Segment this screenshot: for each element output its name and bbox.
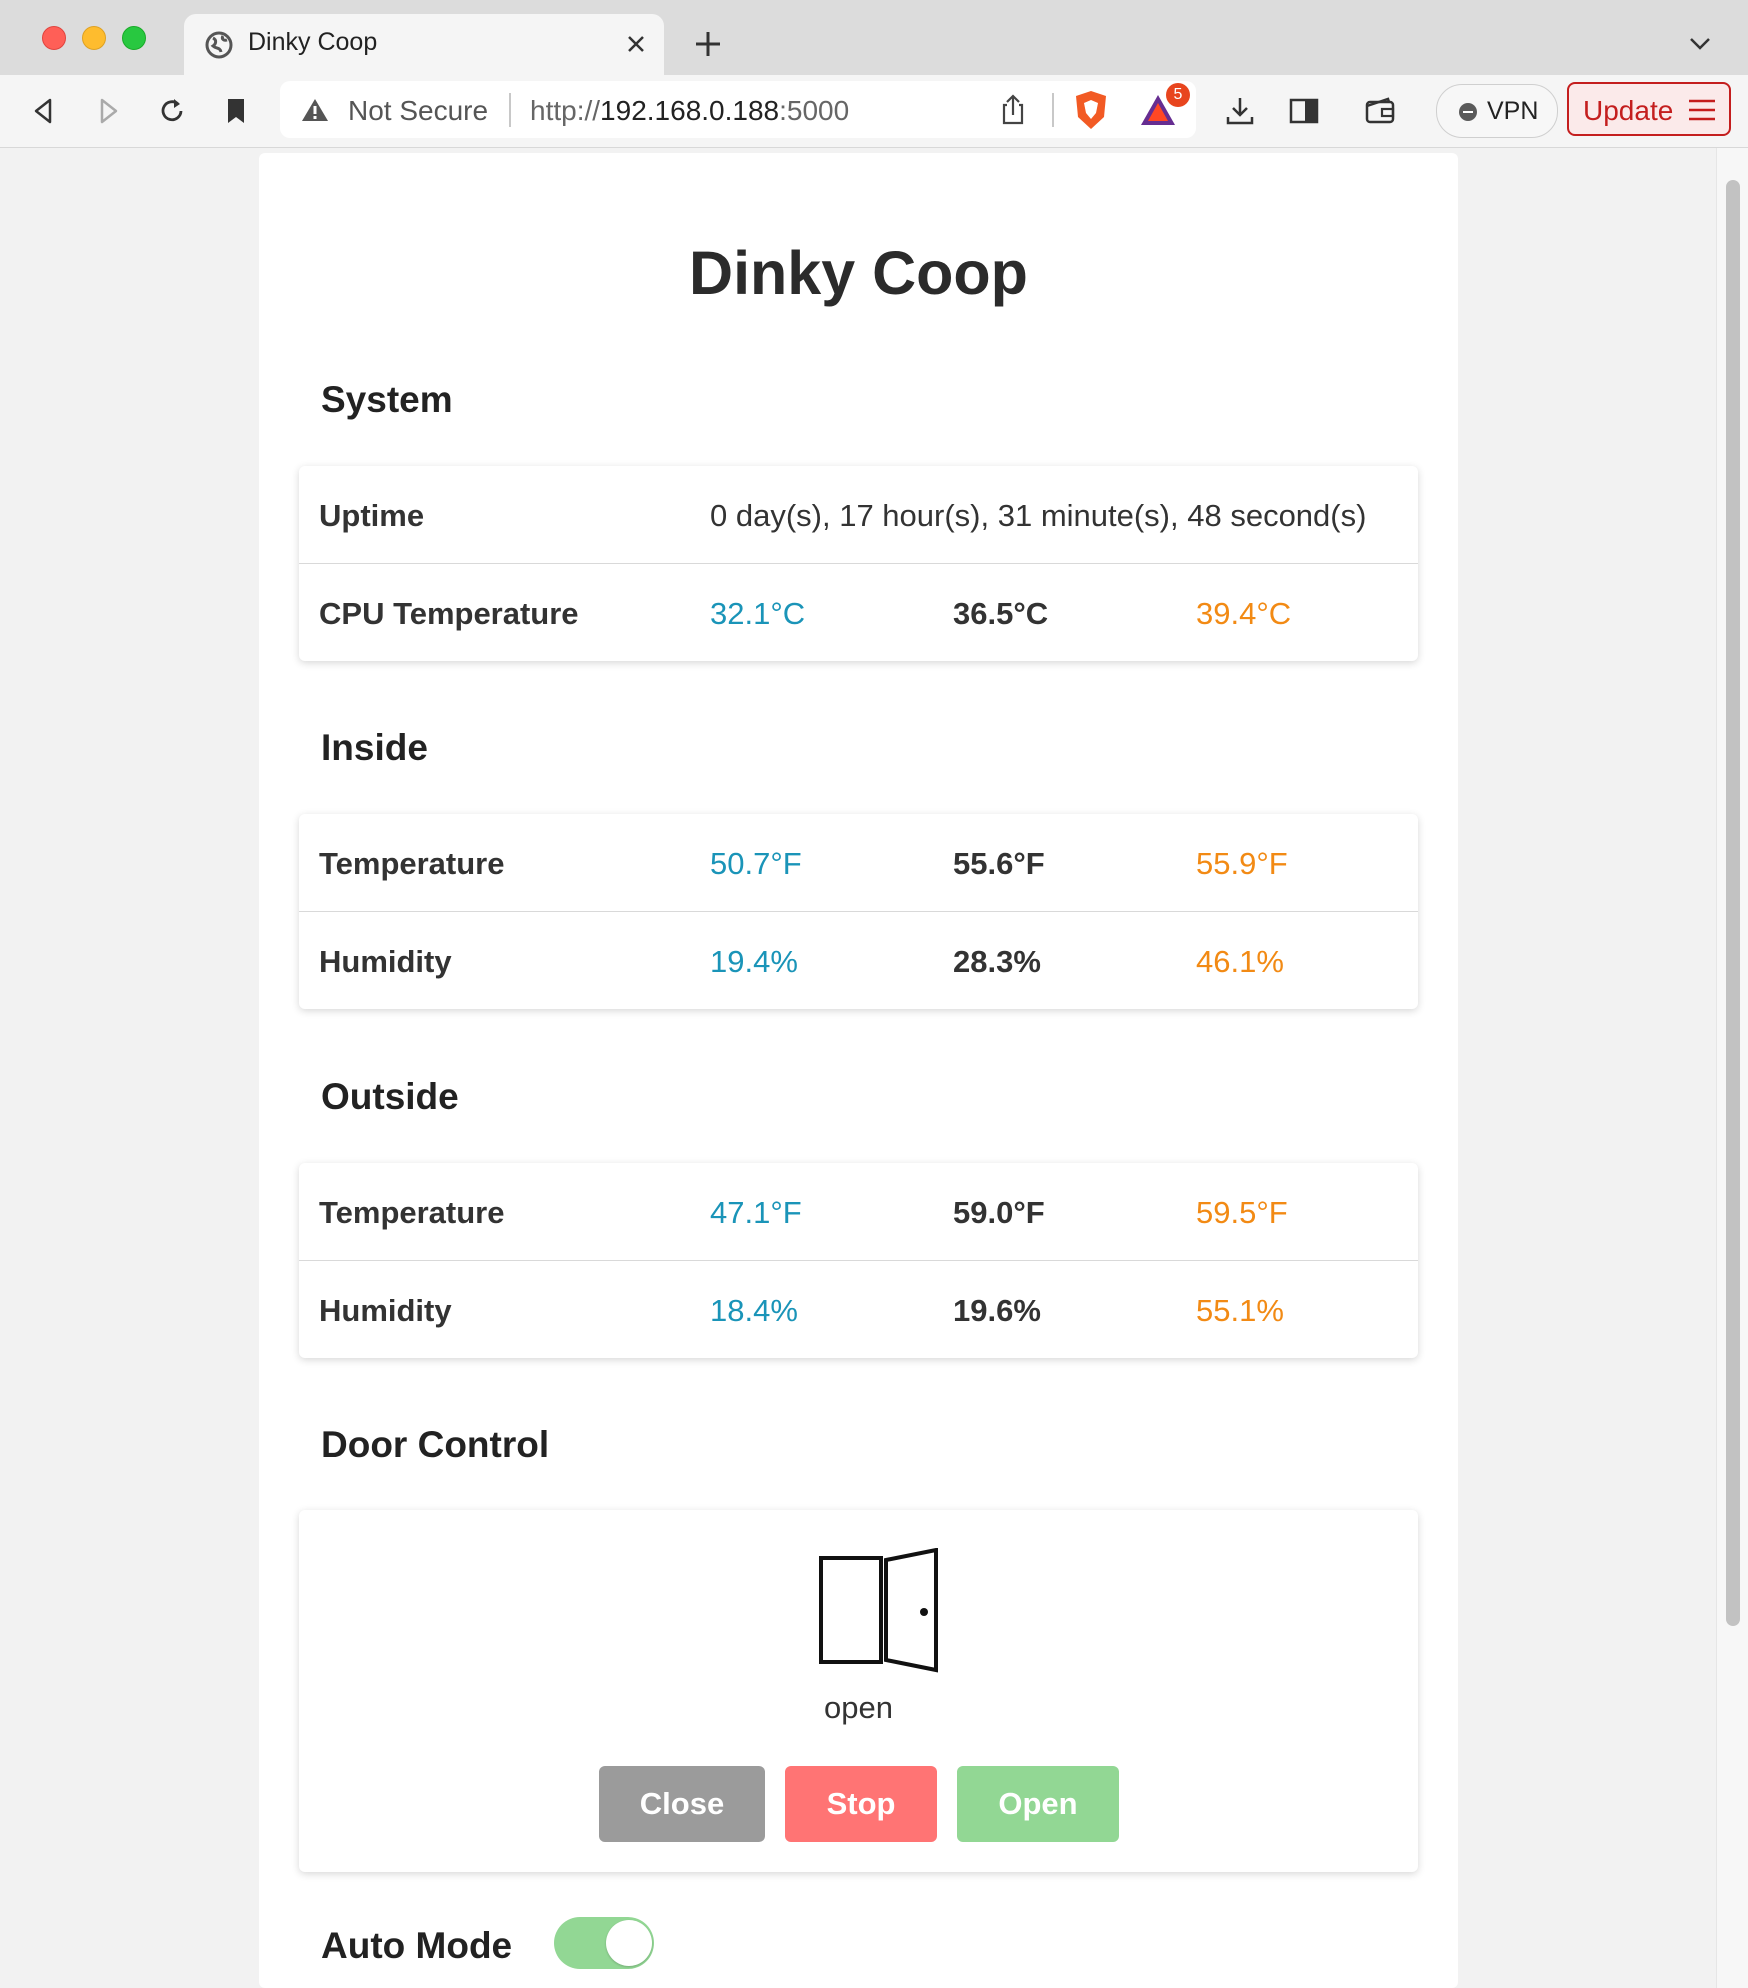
address-bar[interactable]: Not Secure http://192.168.0.188:5000 5 xyxy=(280,81,1196,138)
reload-icon[interactable] xyxy=(154,93,190,129)
forward-icon[interactable] xyxy=(90,93,126,129)
outside-temperature-max: 59.5°F xyxy=(1196,1195,1288,1230)
inside-humidity-label: Humidity xyxy=(319,944,452,979)
outside-temperature-label: Temperature xyxy=(319,1195,505,1230)
inside-temperature-max: 55.9°F xyxy=(1196,846,1288,881)
browser-tab-bar: Dinky Coop xyxy=(0,0,1748,75)
uptime-label: Uptime xyxy=(319,498,425,533)
inside-heading: Inside xyxy=(321,727,428,768)
outside-humidity-current: 19.6% xyxy=(953,1293,1041,1328)
bookmark-icon[interactable] xyxy=(218,93,254,129)
security-label[interactable]: Not Secure xyxy=(348,95,488,127)
chevron-down-icon[interactable] xyxy=(1686,34,1714,54)
close-door-button[interactable]: Close xyxy=(599,1766,765,1842)
brave-shield-icon[interactable] xyxy=(1072,89,1110,131)
page-title: Dinky Coop xyxy=(689,239,1028,307)
outside-humidity-max: 55.1% xyxy=(1196,1293,1284,1328)
outside-humidity-min: 18.4% xyxy=(710,1293,798,1328)
inside-humidity-max: 46.1% xyxy=(1196,944,1284,979)
outside-panel: Temperature 47.1°F 59.0°F 59.5°F Humidit… xyxy=(299,1163,1418,1358)
outside-temperature-row: Temperature 47.1°F 59.0°F 59.5°F xyxy=(299,1163,1418,1261)
url-text[interactable]: http://192.168.0.188:5000 xyxy=(530,95,849,127)
sidebar-toggle-icon[interactable] xyxy=(1286,93,1322,129)
url-scheme: http:// xyxy=(530,95,601,126)
browser-toolbar: Not Secure http://192.168.0.188:5000 5 V… xyxy=(0,75,1748,148)
inside-humidity-min: 19.4% xyxy=(710,944,798,979)
cpu-temperature-max: 39.4°C xyxy=(1196,596,1292,631)
auto-mode-toggle[interactable] xyxy=(554,1917,654,1969)
system-heading: System xyxy=(321,379,453,420)
back-icon[interactable] xyxy=(26,93,62,129)
window-zoom-button[interactable] xyxy=(122,26,146,50)
outside-temperature-min: 47.1°F xyxy=(710,1195,802,1230)
window-close-button[interactable] xyxy=(42,26,66,50)
vpn-button[interactable]: VPN xyxy=(1436,84,1558,138)
hamburger-menu-icon xyxy=(1689,99,1715,121)
plus-icon[interactable] xyxy=(692,28,724,60)
uptime-value: 0 day(s), 17 hour(s), 31 minute(s), 48 s… xyxy=(710,498,1367,533)
open-door-button[interactable]: Open xyxy=(957,1766,1119,1842)
inside-humidity-current: 28.3% xyxy=(953,944,1041,979)
vpn-status-icon xyxy=(1459,103,1477,121)
scrollbar-thumb[interactable] xyxy=(1726,180,1740,1626)
url-divider xyxy=(1052,93,1054,127)
door-control-heading: Door Control xyxy=(321,1424,550,1465)
stop-door-button[interactable]: Stop xyxy=(785,1766,937,1842)
main-card: Dinky Coop System Uptime 0 day(s), 17 ho… xyxy=(259,153,1458,1988)
url-port: :5000 xyxy=(779,95,850,126)
inside-temperature-current: 55.6°F xyxy=(953,846,1045,881)
cpu-temperature-current: 36.5°C xyxy=(953,596,1049,631)
rewards-badge: 5 xyxy=(1166,83,1190,107)
inside-temperature-row: Temperature 50.7°F 55.6°F 55.9°F xyxy=(299,814,1418,912)
update-button[interactable]: Update xyxy=(1567,82,1731,136)
warning-icon xyxy=(302,99,328,121)
outside-temperature-current: 59.0°F xyxy=(953,1195,1045,1230)
toggle-knob xyxy=(606,1920,652,1966)
door-open-icon xyxy=(819,1548,938,1673)
system-panel: Uptime 0 day(s), 17 hour(s), 31 minute(s… xyxy=(299,466,1418,661)
close-icon[interactable] xyxy=(622,30,650,58)
inside-panel: Temperature 50.7°F 55.6°F 55.9°F Humidit… xyxy=(299,814,1418,1009)
cpu-temperature-label: CPU Temperature xyxy=(319,596,579,631)
door-state: open xyxy=(824,1690,893,1725)
door-control-panel: open Close Stop Open xyxy=(299,1510,1418,1872)
window-minimize-button[interactable] xyxy=(82,26,106,50)
vpn-label: VPN xyxy=(1487,97,1539,125)
cpu-temperature-row: CPU Temperature 32.1°C 36.5°C 39.4°C xyxy=(299,563,1418,662)
inside-temperature-min: 50.7°F xyxy=(710,846,802,881)
update-label: Update xyxy=(1583,95,1674,126)
outside-heading: Outside xyxy=(321,1076,459,1117)
cpu-temperature-min: 32.1°C xyxy=(710,596,806,631)
download-icon[interactable] xyxy=(1222,93,1258,129)
wallet-icon[interactable] xyxy=(1362,93,1398,129)
inside-temperature-label: Temperature xyxy=(319,846,505,881)
url-host: 192.168.0.188 xyxy=(600,95,780,126)
share-icon[interactable] xyxy=(998,93,1028,127)
outside-humidity-row: Humidity 18.4% 19.6% 55.1% xyxy=(299,1260,1418,1359)
inside-humidity-row: Humidity 19.4% 28.3% 46.1% xyxy=(299,911,1418,1010)
auto-mode-label: Auto Mode xyxy=(321,1925,513,1966)
tab-title: Dinky Coop xyxy=(248,28,378,56)
browser-tab[interactable]: Dinky Coop xyxy=(184,14,664,75)
uptime-row: Uptime 0 day(s), 17 hour(s), 31 minute(s… xyxy=(299,466,1418,564)
url-divider xyxy=(509,93,511,127)
globe-icon xyxy=(205,31,233,59)
outside-humidity-label: Humidity xyxy=(319,1293,452,1328)
